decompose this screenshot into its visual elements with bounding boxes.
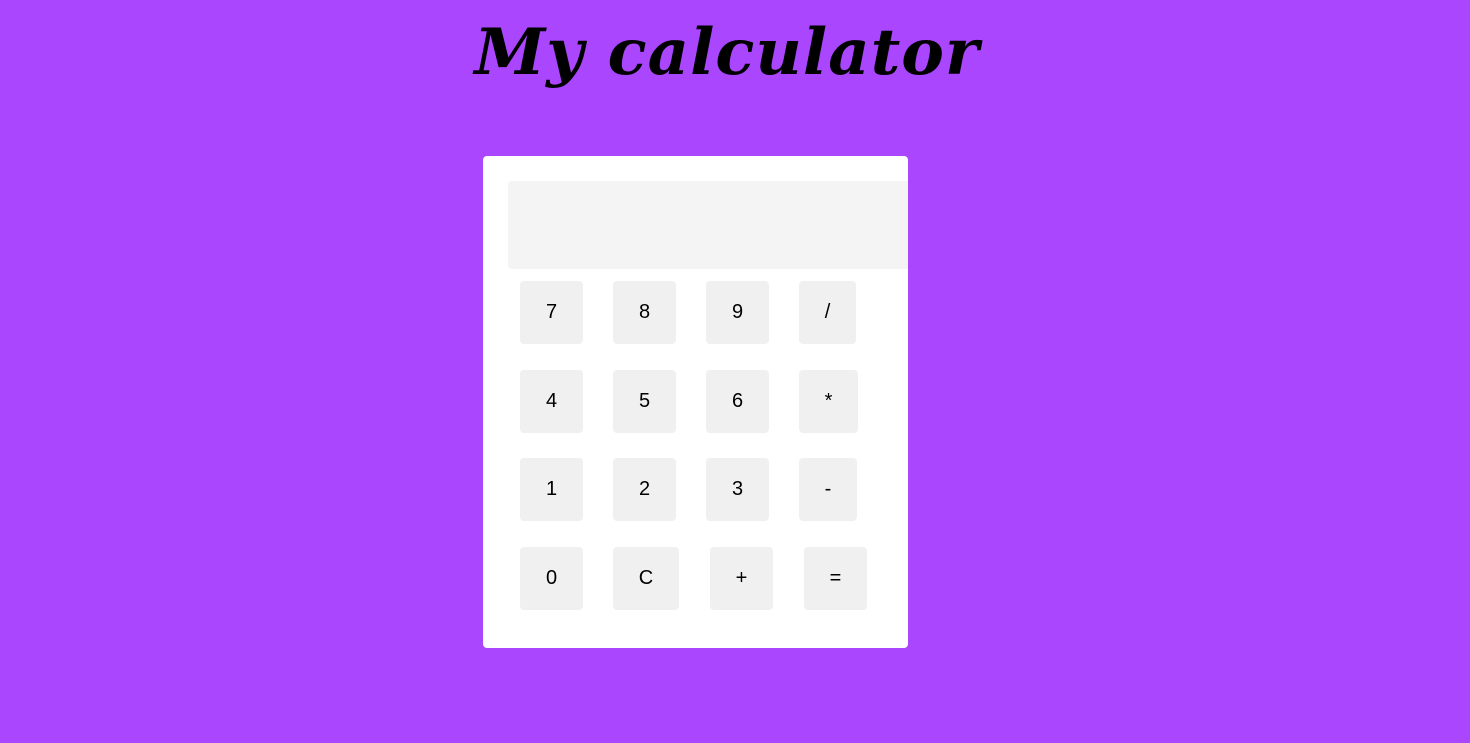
calculator-panel: 7 8 9 / 4 5 6 * 1 2 3 - 0 C + = (483, 156, 908, 648)
equals-button[interactable]: = (804, 547, 867, 610)
key-2-button[interactable]: 2 (613, 458, 676, 521)
calculator-display[interactable] (508, 181, 908, 269)
add-button[interactable]: + (710, 547, 773, 610)
key-8-button[interactable]: 8 (613, 281, 676, 344)
key-9-button[interactable]: 9 (706, 281, 769, 344)
key-4-button[interactable]: 4 (520, 370, 583, 433)
key-1-button[interactable]: 1 (520, 458, 583, 521)
clear-button[interactable]: C (613, 547, 679, 610)
multiply-button[interactable]: * (799, 370, 858, 433)
key-6-button[interactable]: 6 (706, 370, 769, 433)
key-0-button[interactable]: 0 (520, 547, 583, 610)
key-7-button[interactable]: 7 (520, 281, 583, 344)
key-3-button[interactable]: 3 (706, 458, 769, 521)
divide-button[interactable]: / (799, 281, 856, 344)
page-title: My calculator (474, 15, 980, 90)
key-5-button[interactable]: 5 (613, 370, 676, 433)
subtract-button[interactable]: - (799, 458, 857, 521)
